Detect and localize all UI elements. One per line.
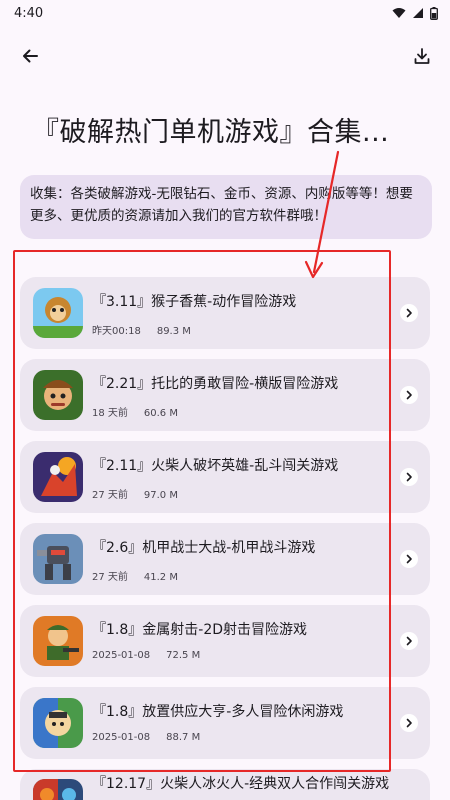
list-item[interactable]: 『1.8』放置供应大亨-多人冒险休闲游戏 2025-01-08 88.7 M — [20, 687, 430, 759]
game-icon-toby — [33, 370, 83, 420]
item-size: 41.2 M — [143, 572, 178, 583]
item-meta: 18 天前 60.6 M — [92, 404, 178, 419]
item-size: 72.5 M — [166, 650, 201, 661]
list-item[interactable]: 『2.6』机甲战士大战-机甲战斗游戏 27 天前 41.2 M — [20, 523, 430, 595]
item-size: 97.0 M — [143, 490, 178, 501]
item-title: 『1.8』金属射击-2D射击冒险游戏 — [92, 622, 308, 638]
download-button[interactable] — [408, 42, 436, 70]
status-bar: 4:40 — [0, 0, 450, 26]
item-title: 『2.11』火柴人破坏英雄-乱斗闯关游戏 — [92, 458, 339, 474]
list-item[interactable]: 『1.8』金属射击-2D射击冒险游戏 2025-01-08 72.5 M — [20, 605, 430, 677]
download-icon — [414, 48, 430, 64]
game-icon-stickman-hero — [33, 452, 83, 502]
item-meta: 27 天前 97.0 M — [92, 486, 178, 501]
list-item[interactable]: 『2.21』托比的勇敢冒险-横版冒险游戏 18 天前 60.6 M — [20, 359, 430, 431]
item-time: 2025-01-08 — [92, 732, 151, 743]
item-title: 『3.11』猴子香蕉-动作冒险游戏 — [92, 294, 297, 310]
chevron-right-icon[interactable] — [400, 304, 418, 322]
arrow-left-icon — [23, 49, 38, 63]
item-title: 『1.8』放置供应大亨-多人冒险休闲游戏 — [92, 704, 344, 720]
game-icon-fire-ice-stickman — [33, 779, 83, 800]
game-icon-metal-shooter — [33, 616, 83, 666]
item-meta: 2025-01-08 88.7 M — [92, 732, 200, 743]
chevron-right-icon[interactable] — [400, 386, 418, 404]
item-size: 88.7 M — [166, 732, 201, 743]
item-time: 18 天前 — [92, 408, 128, 419]
item-meta: 2025-01-08 72.5 M — [92, 650, 200, 661]
item-size: 89.3 M — [156, 326, 191, 337]
item-time: 27 天前 — [92, 490, 128, 501]
status-time: 4:40 — [14, 5, 44, 21]
game-icon-mech — [33, 534, 83, 584]
back-button[interactable] — [16, 42, 44, 70]
list-item[interactable]: 『12.17』火柴人冰火人-经典双人合作闯关游戏 — [20, 769, 430, 800]
item-time: 昨天00:18 — [92, 326, 141, 337]
item-title: 『12.17』火柴人冰火人-经典双人合作闯关游戏 — [92, 776, 390, 792]
item-size: 60.6 M — [143, 408, 178, 419]
resource-list: 『3.11』猴子香蕉-动作冒险游戏 昨天00:18 89.3 M 『2.21』托比… — [20, 277, 430, 800]
game-icon-monkey — [33, 288, 83, 338]
item-meta: 27 天前 41.2 M — [92, 568, 178, 583]
collection-description: 收集：各类破解游戏-无限钻石、金币、资源、内购版等等！想要更多、更优质的资源请加… — [20, 175, 432, 239]
item-title: 『2.21』托比的勇敢冒险-横版冒险游戏 — [92, 376, 339, 392]
item-time: 27 天前 — [92, 572, 128, 583]
top-app-bar — [0, 26, 450, 86]
chevron-right-icon[interactable] — [400, 632, 418, 650]
battery-icon — [430, 6, 438, 20]
status-icons — [392, 6, 438, 20]
item-meta: 昨天00:18 89.3 M — [92, 322, 191, 337]
page-title: 『破解热门单机游戏』合集... — [32, 117, 390, 148]
item-time: 2025-01-08 — [92, 650, 151, 661]
game-icon-idle-tycoon — [33, 698, 83, 748]
wifi-icon — [392, 8, 406, 18]
list-item[interactable]: 『3.11』猴子香蕉-动作冒险游戏 昨天00:18 89.3 M — [20, 277, 430, 349]
list-item[interactable]: 『2.11』火柴人破坏英雄-乱斗闯关游戏 27 天前 97.0 M — [20, 441, 430, 513]
chevron-right-icon[interactable] — [400, 714, 418, 732]
chevron-right-icon[interactable] — [400, 550, 418, 568]
chevron-right-icon[interactable] — [400, 468, 418, 486]
signal-icon — [413, 8, 423, 18]
item-title: 『2.6』机甲战士大战-机甲战斗游戏 — [92, 540, 316, 556]
